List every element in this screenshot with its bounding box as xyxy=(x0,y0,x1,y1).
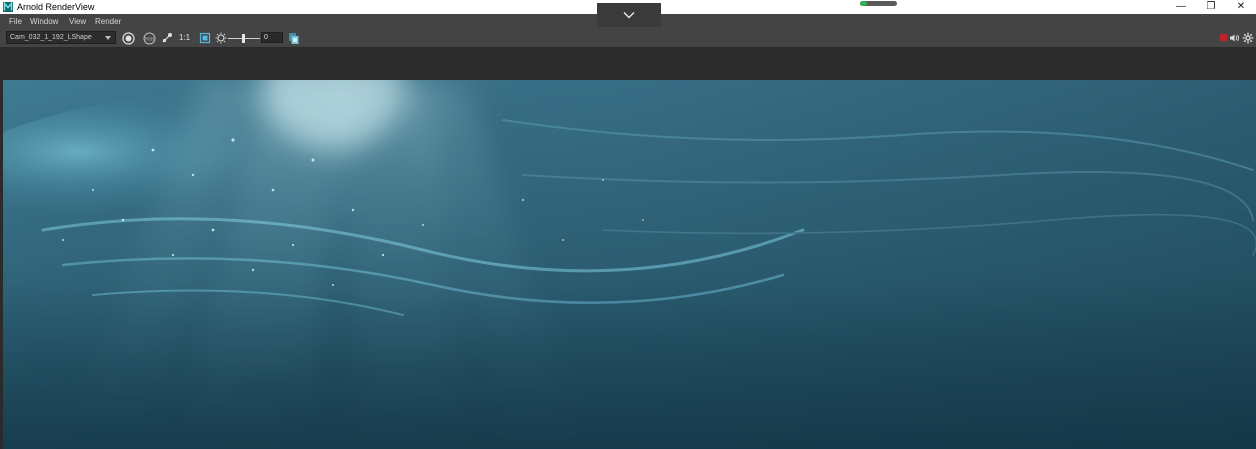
close-button[interactable]: ✕ xyxy=(1226,0,1256,14)
restore-button[interactable]: ❐ xyxy=(1196,0,1226,14)
svg-text:RGB: RGB xyxy=(144,36,153,41)
menu-render[interactable]: Render xyxy=(93,14,123,29)
chevron-down-icon xyxy=(623,12,635,19)
arnold-renderview-window: Arnold RenderView — ❐ ✕ File Window View… xyxy=(0,0,1256,449)
chevron-down-icon xyxy=(105,36,111,40)
zoom-one-to-one-button[interactable]: 1:1 xyxy=(179,33,190,42)
stop-render-icon[interactable] xyxy=(1220,34,1227,41)
ipr-icon: RGB xyxy=(143,32,155,44)
collapse-panel-button[interactable] xyxy=(597,3,661,27)
color-channel-icon xyxy=(162,33,172,43)
render-settings-button[interactable] xyxy=(1241,31,1255,45)
close-icon: ✕ xyxy=(1236,1,1246,12)
render-progress-fill xyxy=(860,1,867,6)
exposure-value: 0 xyxy=(264,34,268,41)
underwater-render-image xyxy=(3,80,1256,449)
maya-logo-icon xyxy=(3,2,13,12)
menu-window[interactable]: Window xyxy=(28,14,60,29)
minimize-button[interactable]: — xyxy=(1166,0,1196,14)
render-status-strip xyxy=(0,47,1256,80)
menu-view[interactable]: View xyxy=(67,14,88,29)
camera-select-value: Cam_032_1_192_LShape xyxy=(10,34,92,41)
render-button[interactable] xyxy=(121,31,135,45)
render-viewport[interactable] xyxy=(3,80,1256,449)
restore-icon: ❐ xyxy=(1206,1,1216,12)
minimize-icon: — xyxy=(1176,1,1186,12)
exposure-sun-icon xyxy=(215,32,227,44)
debug-shading-button[interactable] xyxy=(1228,31,1240,45)
settings-gear-icon xyxy=(1242,32,1254,44)
debug-shading-icon xyxy=(1230,34,1239,42)
region-crop-icon xyxy=(199,32,211,44)
snapshot-icon xyxy=(289,32,299,44)
camera-select[interactable]: Cam_032_1_192_LShape xyxy=(6,31,116,44)
color-channel-button[interactable] xyxy=(160,31,174,45)
window-title: Arnold RenderView xyxy=(17,2,95,12)
exposure-slider[interactable] xyxy=(228,31,260,45)
render-button-icon xyxy=(121,31,135,45)
exposure-toggle[interactable] xyxy=(214,31,228,45)
snapshot-button[interactable] xyxy=(287,31,301,45)
menu-file[interactable]: File xyxy=(7,14,24,29)
exposure-slider-handle[interactable] xyxy=(242,34,245,43)
exposure-value-field[interactable]: 0 xyxy=(261,32,283,43)
region-crop-button[interactable] xyxy=(198,31,212,45)
render-progress-indicator xyxy=(860,1,897,6)
ipr-toggle-button[interactable]: RGB xyxy=(142,31,156,45)
render-toolbar: Cam_032_1_192_LShape RGB 1:1 0 xyxy=(0,29,1256,47)
